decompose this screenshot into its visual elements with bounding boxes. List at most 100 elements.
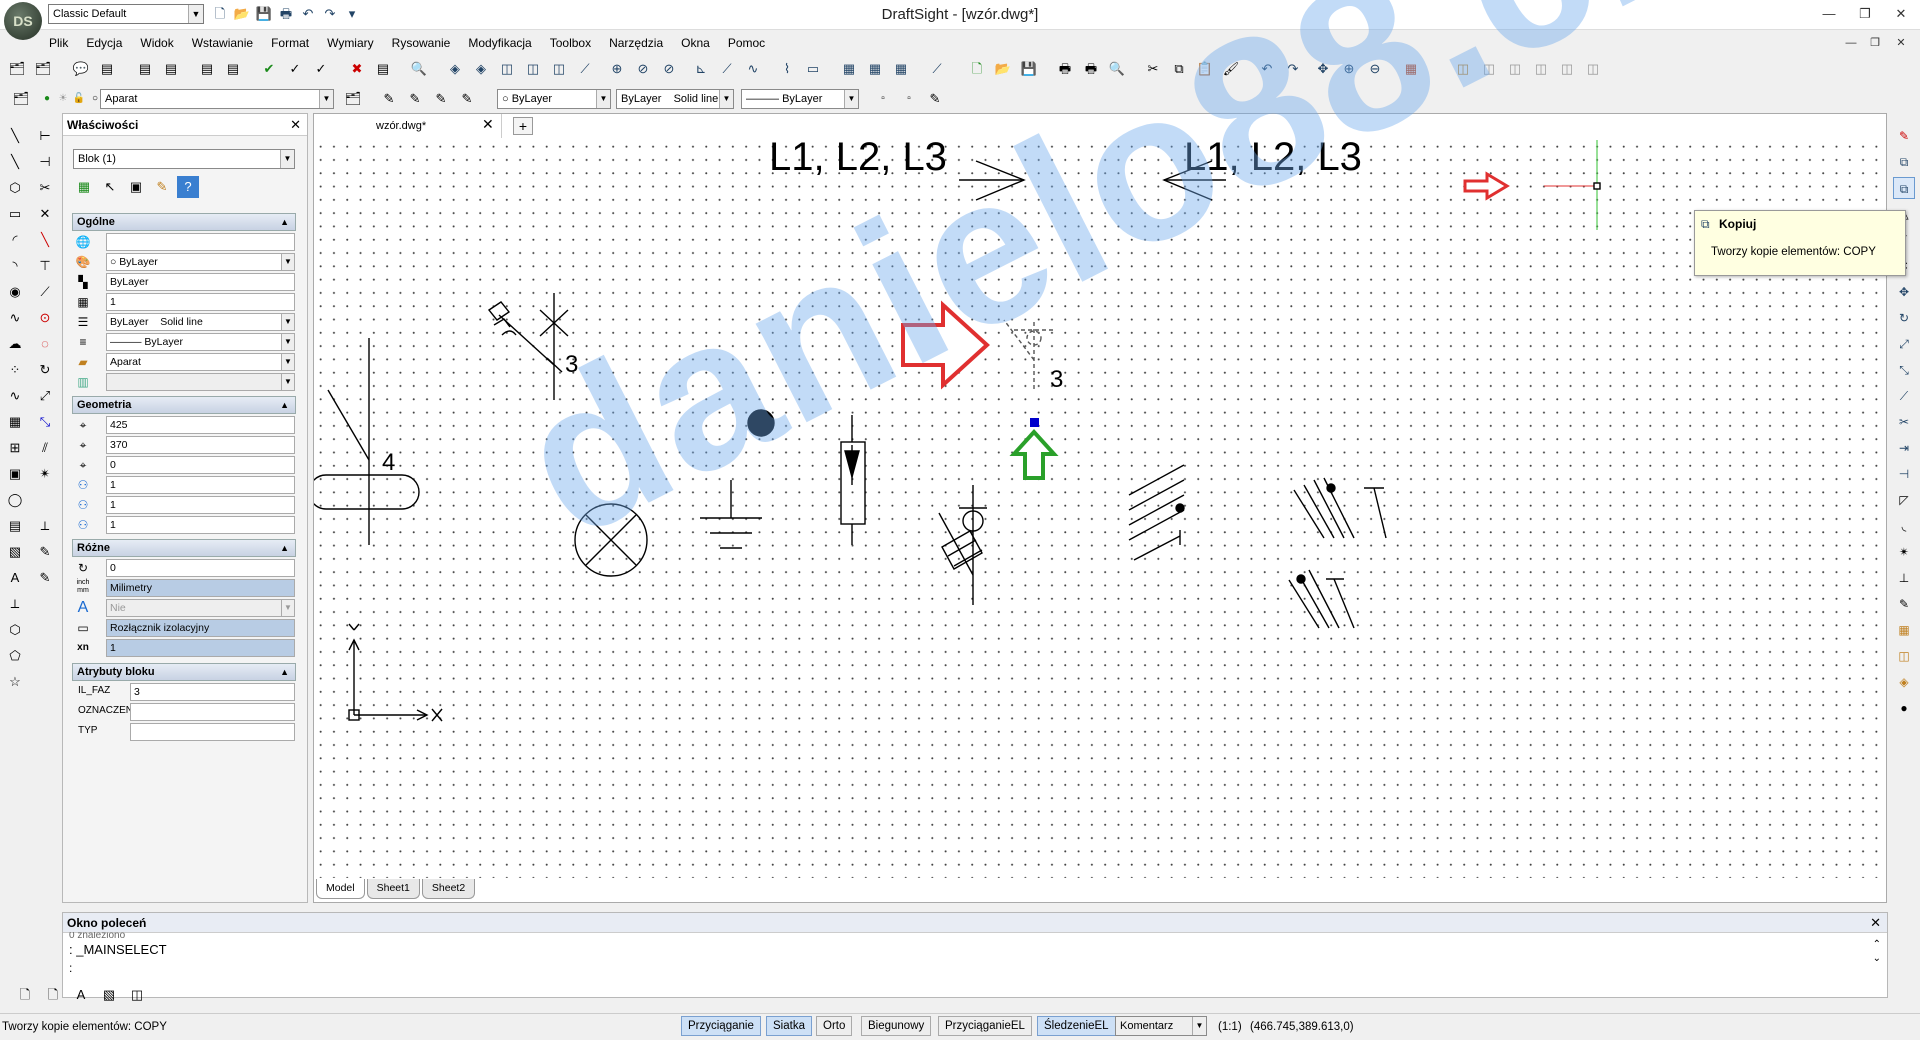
zoom-icon[interactable]: 🔍 xyxy=(1106,58,1128,80)
doc-icon[interactable]: 🗋 xyxy=(42,984,64,1006)
block-icon[interactable]: ◫ xyxy=(1478,58,1500,80)
arc-icon[interactable]: ◜ xyxy=(4,229,26,251)
wipeout-icon[interactable]: ☆ xyxy=(4,671,26,693)
prop-linestyle[interactable]: ByLayer Solid line ▼ xyxy=(106,313,295,331)
print-icon[interactable]: 🖶 xyxy=(276,4,296,24)
prop-count[interactable]: 1 xyxy=(106,639,295,657)
new-file-icon[interactable]: 🗋 xyxy=(966,58,988,80)
extend-icon[interactable]: ✕ xyxy=(34,203,56,225)
help-icon[interactable]: ? xyxy=(177,176,199,198)
redo-icon[interactable]: ↷ xyxy=(1282,58,1304,80)
move-icon[interactable]: ✥ xyxy=(1893,281,1915,303)
polar-toggle[interactable]: Biegunowy xyxy=(861,1016,932,1036)
prop-value[interactable] xyxy=(106,233,295,251)
region-icon[interactable]: ▣ xyxy=(4,463,26,485)
new-icon[interactable]: 🗋 xyxy=(210,4,230,24)
rotate-icon[interactable]: ↻ xyxy=(1893,307,1915,329)
layer-tool-icon[interactable]: ▤ xyxy=(372,58,394,80)
explode-icon[interactable]: ✴ xyxy=(1893,541,1915,563)
print-icon[interactable]: 🖶 xyxy=(1054,58,1076,80)
snap-perp-icon[interactable]: ⊾ xyxy=(690,58,712,80)
snap-quadrant-icon[interactable]: ⊘ xyxy=(632,58,654,80)
snap-icon[interactable]: ◈ xyxy=(444,58,466,80)
block-edit-icon[interactable]: ✎ xyxy=(151,176,173,198)
attr-value[interactable]: 3 xyxy=(130,683,295,701)
rectangle-icon[interactable]: ▭ xyxy=(4,203,26,225)
block-edit-icon[interactable]: ◫ xyxy=(1893,645,1915,667)
workspace-select[interactable]: Classic Default ▼ xyxy=(48,4,204,24)
lengthen-icon[interactable]: ⟋ xyxy=(1893,385,1915,407)
layer-manager-icon[interactable]: 🗂 xyxy=(6,58,28,80)
ortho-toggle[interactable]: Orto xyxy=(816,1016,853,1036)
menu-toolbox[interactable]: Toolbox xyxy=(541,32,600,54)
esnap-toggle[interactable]: PrzyciąganieEL xyxy=(938,1016,1032,1036)
layer-previous-icon[interactable]: 🗂 xyxy=(342,88,364,110)
hatch-edit-icon[interactable]: ▦ xyxy=(1893,619,1915,641)
spline-icon[interactable]: ∿ xyxy=(4,307,26,329)
menu-okna[interactable]: Okna xyxy=(672,32,719,54)
block-icon[interactable]: ◫ xyxy=(1530,58,1552,80)
sheet-tab-model[interactable]: Model xyxy=(316,879,365,899)
undo-icon[interactable]: ↶ xyxy=(298,4,318,24)
edit-icon[interactable]: ✎ xyxy=(34,567,56,589)
preview-icon[interactable]: 🔍 xyxy=(408,58,430,80)
doc-icon[interactable]: 🗋 xyxy=(14,984,36,1006)
snap-icon[interactable]: ⌇ xyxy=(776,58,798,80)
image-icon[interactable]: ▧ xyxy=(4,541,26,563)
snap-toggle[interactable]: Przyciąganie xyxy=(681,1016,761,1036)
app-logo[interactable]: DS xyxy=(4,2,42,40)
close-icon[interactable]: ✕ xyxy=(482,116,494,133)
break-icon[interactable]: ╲ xyxy=(34,229,56,251)
zoom-in-icon[interactable]: ⊕ xyxy=(1338,58,1360,80)
menu-edycja[interactable]: Edycja xyxy=(77,32,131,54)
hatch-icon[interactable]: ▦ xyxy=(4,411,26,433)
snap-tangent-icon[interactable]: ⊘ xyxy=(658,58,680,80)
drawing-canvas[interactable]: L1, L2, L3 L1, L2, L3 3 4 3 danielo88.cb… xyxy=(314,0,1920,878)
measure-icon[interactable]: ⟂ xyxy=(34,515,56,537)
prop-scale-y[interactable]: 1 xyxy=(106,496,295,514)
snap-icon[interactable]: ◫ xyxy=(496,58,518,80)
polygon-icon[interactable]: ⬡ xyxy=(4,177,26,199)
prop-color[interactable]: ○ ByLayer ▼ xyxy=(106,253,295,271)
erase-icon[interactable]: ✎ xyxy=(1893,125,1915,147)
delete-layer-icon[interactable]: ✖ xyxy=(346,58,368,80)
snap-icon[interactable]: ⟋ xyxy=(574,58,596,80)
snap-icon[interactable]: ▭ xyxy=(802,58,824,80)
scroll-down-icon[interactable]: ⌄ xyxy=(1873,953,1881,964)
layer-state-icon[interactable]: 🗂 xyxy=(32,58,54,80)
prop-rotation[interactable]: 0 xyxy=(106,559,295,577)
snap-center-icon[interactable]: ⊕ xyxy=(606,58,628,80)
point-icon[interactable]: ⁘ xyxy=(4,359,26,381)
circle-icon[interactable]: ◯ xyxy=(4,489,26,511)
snap-icon[interactable]: ◫ xyxy=(548,58,570,80)
dimension-icon[interactable]: ⊣ xyxy=(34,151,56,173)
lisp-icon[interactable]: ● xyxy=(1893,697,1915,719)
menu-modyfikacja[interactable]: Modyfikacja xyxy=(459,32,540,54)
layer-check-icon[interactable]: ✓ xyxy=(310,58,332,80)
section-general[interactable]: Ogólne ▲ xyxy=(72,213,296,231)
snap-icon[interactable]: ∿ xyxy=(742,58,764,80)
insert-icon[interactable]: ⊞ xyxy=(4,437,26,459)
edit-icon[interactable]: ✎ xyxy=(34,541,56,563)
prop-lineweight[interactable]: ——— ByLayer ▼ xyxy=(106,333,295,351)
text-style-icon[interactable]: ▫ xyxy=(872,88,894,110)
align-icon[interactable]: ⊥ xyxy=(1893,567,1915,589)
sheet-tab-2[interactable]: Sheet2 xyxy=(421,879,476,899)
rotate-icon[interactable]: ↻ xyxy=(34,359,56,381)
explode-icon[interactable]: ✴ xyxy=(34,463,56,485)
undo-icon[interactable]: ↶ xyxy=(1256,58,1278,80)
copy-icon[interactable]: ⧉ xyxy=(1168,58,1190,80)
pencil-icon[interactable]: ✎ xyxy=(456,88,478,110)
copy-icon[interactable]: ⧉ xyxy=(1893,151,1915,173)
pencil-icon[interactable]: ✎ xyxy=(924,88,946,110)
menu-widok[interactable]: Widok xyxy=(131,32,182,54)
grip-point[interactable] xyxy=(1030,418,1039,427)
scale-icon[interactable]: ⤢ xyxy=(34,385,56,407)
scale-icon[interactable]: ⤢ xyxy=(1893,333,1915,355)
extend-icon[interactable]: ⇥ xyxy=(1893,437,1915,459)
linestyle-select[interactable]: ByLayer Solid line ▼ xyxy=(616,89,734,109)
close-icon[interactable]: ✕ xyxy=(1870,915,1881,931)
prop-linescale[interactable]: 1 xyxy=(106,293,295,311)
view-icon[interactable]: ▦ xyxy=(864,58,886,80)
layer-manager-icon[interactable]: 🗂 xyxy=(10,88,32,110)
